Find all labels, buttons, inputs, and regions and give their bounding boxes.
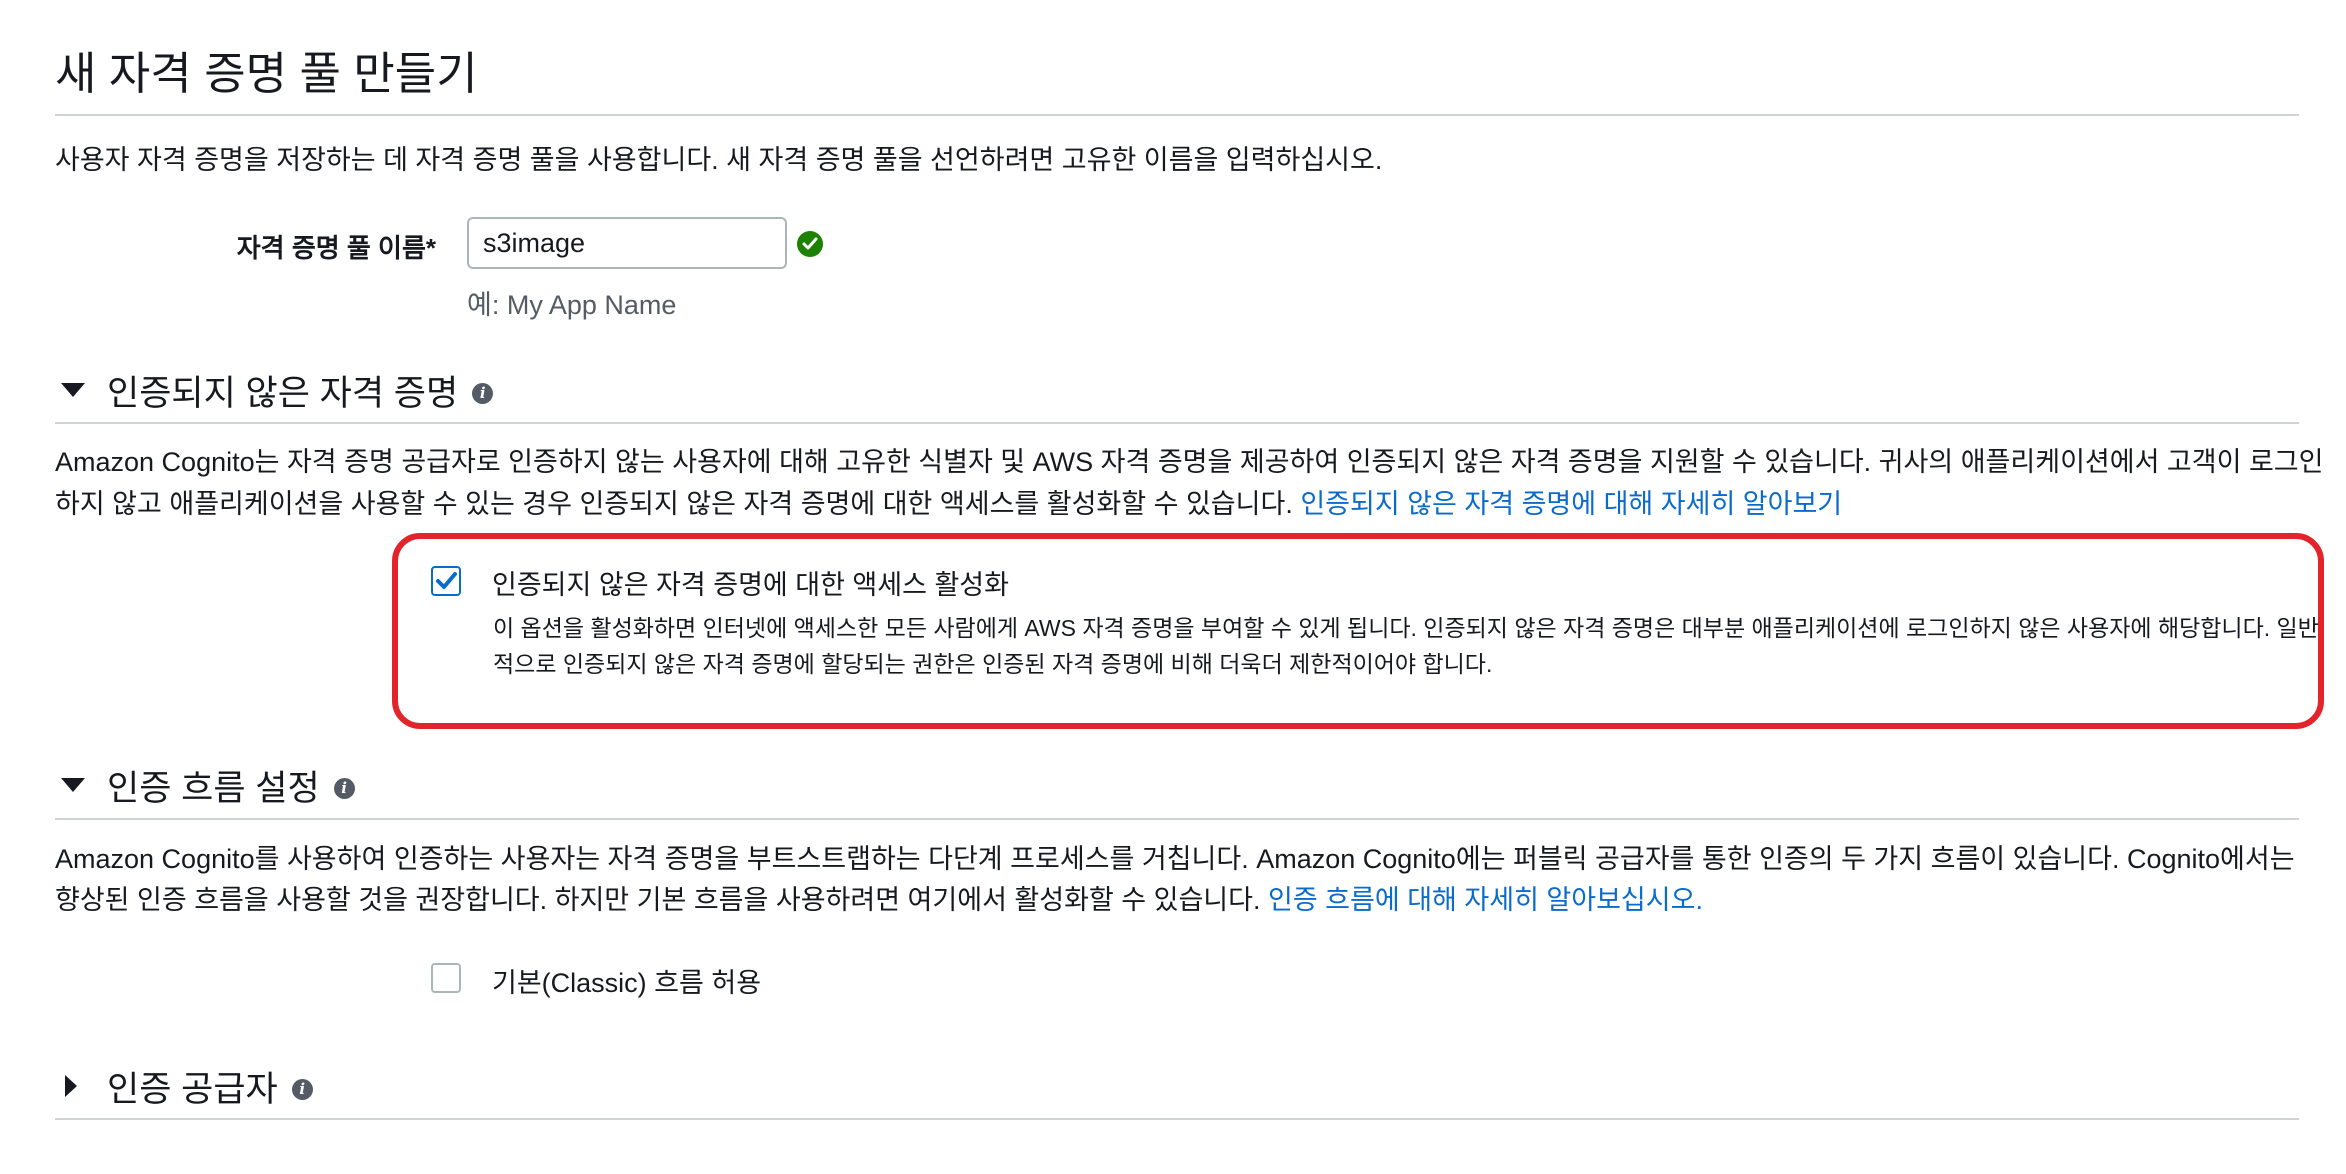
section-toggle-unauth-identities[interactable]: 인증되지 않은 자격 증명 i	[55, 365, 494, 415]
allow-classic-flow-checkbox[interactable]	[431, 963, 461, 993]
title-divider	[55, 114, 2299, 116]
pool-name-hint: 예: My App Name	[467, 290, 677, 320]
auth-flow-description-text: 향상된 인증 흐름을 사용할 것을 권장합니다. 하지만 기본 흐름을 사용하려…	[55, 885, 1261, 915]
enable-unauth-access-desc-line2: 적으로 인증되지 않은 자격 증명에 할당되는 권한은 인증된 자격 증명에 비…	[493, 651, 1493, 677]
caret-down-icon	[55, 773, 85, 797]
section-title-unauth: 인증되지 않은 자격 증명	[107, 373, 459, 413]
unauth-learn-more-link[interactable]: 인증되지 않은 자격 증명에 대해 자세히 알아보기	[1300, 489, 1842, 519]
pool-name-label: 자격 증명 풀 이름*	[236, 233, 436, 263]
unauth-description-line2: 하지 않고 애플리케이션을 사용할 수 있는 경우 인증되지 않은 자격 증명에…	[55, 482, 1842, 527]
enable-unauth-access-label[interactable]: 인증되지 않은 자격 증명에 대한 액세스 활성화	[492, 563, 1009, 602]
info-icon[interactable]: i	[472, 382, 494, 404]
section-toggle-auth-flow[interactable]: 인증 흐름 설정 i	[55, 760, 355, 810]
auth-flow-description-line2: 향상된 인증 흐름을 사용할 것을 권장합니다. 하지만 기본 흐름을 사용하려…	[55, 878, 1703, 923]
unauth-description-line1: Amazon Cognito는 자격 증명 공급자로 인증하지 않는 사용자에 …	[55, 447, 2324, 477]
section-divider-unauth	[55, 422, 2299, 424]
checkmark-icon	[436, 572, 457, 589]
auth-flow-description-line1: Amazon Cognito를 사용하여 인증하는 사용자는 자격 증명을 부트…	[55, 844, 2295, 874]
enable-unauth-access-desc-line1: 이 옵션을 활성화하면 인터넷에 액세스한 모든 사람에게 AWS 자격 증명을…	[493, 615, 2319, 641]
section-title-auth-providers: 인증 공급자	[107, 1069, 278, 1109]
page-description: 사용자 자격 증명을 저장하는 데 자격 증명 풀을 사용합니다. 새 자격 증…	[55, 145, 1383, 175]
info-icon[interactable]: i	[333, 777, 355, 799]
page-title: 새 자격 증명 풀 만들기	[55, 48, 478, 99]
info-icon[interactable]: i	[291, 1078, 313, 1100]
caret-right-icon	[55, 1074, 79, 1098]
caret-down-icon	[55, 378, 85, 402]
enable-unauth-access-checkbox[interactable]	[431, 566, 461, 596]
create-identity-pool-page: 새 자격 증명 풀 만들기 사용자 자격 증명을 저장하는 데 자격 증명 풀을…	[0, 0, 2346, 1174]
pool-name-input[interactable]	[467, 217, 787, 269]
auth-flow-learn-more-link[interactable]: 인증 흐름에 대해 자세히 알아보십시오.	[1268, 885, 1703, 915]
section-divider-auth-flow	[55, 818, 2299, 820]
check-circle-icon	[797, 231, 823, 257]
section-title-auth-flow: 인증 흐름 설정	[107, 768, 320, 808]
section-toggle-auth-providers[interactable]: 인증 공급자 i	[55, 1061, 313, 1111]
unauth-description-text: 하지 않고 애플리케이션을 사용할 수 있는 경우 인증되지 않은 자격 증명에…	[55, 489, 1293, 519]
allow-classic-flow-label[interactable]: 기본(Classic) 흐름 허용	[492, 961, 761, 1000]
section-divider-auth-providers	[55, 1118, 2299, 1120]
